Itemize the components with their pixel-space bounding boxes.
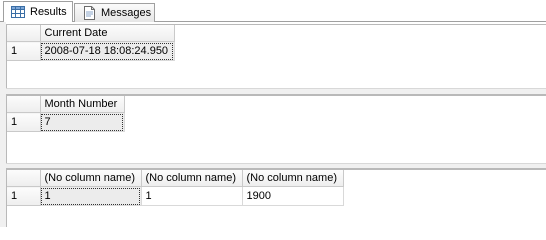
document-icon [81, 5, 97, 21]
tab-messages[interactable]: Messages [74, 3, 155, 22]
result-grid-3[interactable]: (No column name) (No column name) (No co… [6, 169, 546, 227]
result-grid-2[interactable]: Month Number 1 7 [6, 95, 546, 163]
table-header-row: Month Number [7, 96, 125, 113]
pane-splitter[interactable] [6, 88, 546, 95]
grid-corner[interactable] [7, 96, 41, 113]
table-cell[interactable]: 2008-07-18 18:08:24.950 [40, 41, 175, 61]
column-header[interactable]: (No column name) [242, 170, 344, 187]
result-grid-1[interactable]: Current Date 1 2008-07-18 18:08:24.950 [6, 24, 546, 88]
row-header[interactable]: 1 [7, 186, 41, 206]
results-tabbar: Results Messages [0, 0, 546, 22]
tab-results-label: Results [30, 6, 67, 18]
tab-results[interactable]: Results [3, 1, 73, 22]
table-cell[interactable]: 7 [40, 112, 125, 132]
grid-icon [10, 4, 26, 20]
table-cell[interactable]: 1 [40, 186, 142, 206]
result-table-3: (No column name) (No column name) (No co… [7, 170, 344, 206]
row-header[interactable]: 1 [7, 41, 41, 61]
row-header[interactable]: 1 [7, 112, 41, 132]
grid-corner[interactable] [7, 25, 41, 42]
tab-messages-label: Messages [101, 7, 152, 19]
column-header[interactable]: (No column name) [40, 170, 142, 187]
table-row: 1 2008-07-18 18:08:24.950 [7, 41, 175, 61]
column-header[interactable]: (No column name) [141, 170, 243, 187]
table-row: 1 1 1 1900 [7, 186, 344, 206]
result-table-1: Current Date 1 2008-07-18 18:08:24.950 [7, 25, 175, 61]
table-cell[interactable]: 1900 [242, 186, 344, 206]
column-header[interactable]: Month Number [40, 96, 125, 113]
table-header-row: Current Date [7, 25, 175, 42]
column-header[interactable]: Current Date [40, 25, 175, 42]
table-row: 1 7 [7, 112, 125, 132]
table-header-row: (No column name) (No column name) (No co… [7, 170, 344, 187]
grid-corner[interactable] [7, 170, 41, 187]
result-table-2: Month Number 1 7 [7, 96, 125, 132]
table-cell[interactable]: 1 [141, 186, 243, 206]
